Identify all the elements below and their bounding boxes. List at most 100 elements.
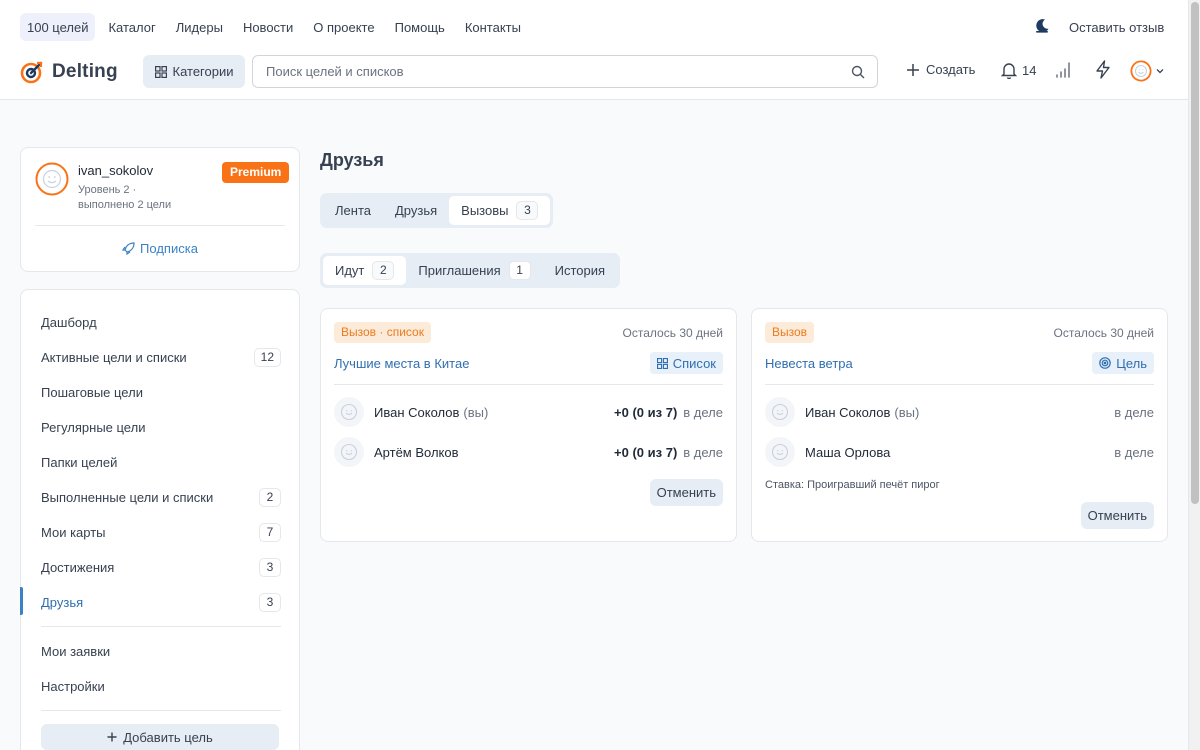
- sidebar-item-label: Регулярные цели: [41, 419, 146, 435]
- target-icon: [1099, 357, 1112, 369]
- sidebar-item-achievements[interactable]: Достижения 3: [41, 556, 281, 578]
- sidebar-item-my-requests[interactable]: Мои заявки: [41, 640, 281, 662]
- subtab-invitations[interactable]: Приглашения 1: [406, 256, 542, 285]
- sidebar-item-label: Мои заявки: [41, 643, 111, 659]
- participant-status-text: в деле: [1114, 404, 1154, 420]
- profile-completed-text: выполнено 2 цели: [78, 199, 172, 211]
- nav-news[interactable]: Новости: [236, 13, 300, 41]
- subtab-history[interactable]: История: [543, 256, 617, 285]
- lightning-icon[interactable]: [1095, 60, 1111, 82]
- profile-level: Уровень 2 · выполнено 2 цели: [78, 183, 198, 213]
- participant-score: +0 (0 из 7): [614, 444, 678, 460]
- participant-name[interactable]: Артём Волков: [374, 445, 459, 460]
- add-goal-button[interactable]: Добавить цель: [41, 724, 279, 750]
- nav-catalog[interactable]: Каталог: [101, 13, 162, 41]
- sidebar-item-label: Пошаговые цели: [41, 384, 143, 400]
- goal-type-tag: Цель: [1092, 352, 1154, 374]
- count-badge: 3: [259, 557, 281, 577]
- search-icon[interactable]: [851, 65, 865, 79]
- avatar-icon: [35, 162, 69, 196]
- sidebar-item-dashboard[interactable]: Дашборд: [41, 311, 281, 333]
- avatar-icon: [771, 403, 789, 421]
- nav-about[interactable]: О проекте: [306, 13, 381, 41]
- sidebar-item-my-maps[interactable]: Мои карты 7: [41, 521, 281, 543]
- categories-button[interactable]: Категории: [143, 55, 245, 88]
- tab-feed[interactable]: Лента: [323, 196, 383, 225]
- time-remaining: Осталось 30 дней: [1053, 326, 1154, 340]
- participant-row: Иван Соколов (вы) +0 (0 из 7) в деле: [334, 397, 723, 427]
- count-badge: 1: [508, 261, 531, 280]
- cancel-challenge-button[interactable]: Отменить: [649, 479, 723, 506]
- you-marker: (вы): [463, 404, 489, 420]
- tab-label: Идут: [335, 263, 365, 278]
- count-badge: 12: [253, 347, 281, 367]
- page-title: Друзья: [320, 150, 384, 170]
- search-input[interactable]: [266, 64, 826, 79]
- participant-status-text: в деле: [683, 404, 723, 420]
- participant-name[interactable]: Иван Соколов: [805, 405, 890, 420]
- categories-label: Категории: [172, 64, 234, 79]
- stats-signal-icon[interactable]: [1055, 61, 1073, 82]
- count-badge: 3: [259, 592, 281, 612]
- nav-100-goals[interactable]: 100 целей: [20, 13, 96, 41]
- count-badge: 7: [259, 522, 281, 542]
- goal-type-label: Список: [672, 355, 716, 371]
- profile-level-text: Уровень 2 ·: [78, 184, 137, 196]
- count-badge: 2: [372, 261, 395, 280]
- sidebar-item-settings[interactable]: Настройки: [41, 675, 281, 697]
- profile-username[interactable]: ivan_sokolov: [78, 163, 153, 178]
- profile-avatar[interactable]: [35, 162, 69, 199]
- sidebar-item-step-goals[interactable]: Пошаговые цели: [41, 381, 281, 403]
- participant-row: Иван Соколов (вы) в деле: [765, 397, 1154, 427]
- challenge-title[interactable]: Невеста ветра: [765, 356, 853, 371]
- grid-icon: [656, 357, 668, 369]
- stake-text: Ставка: Проигравший печёт пирог: [765, 479, 940, 491]
- user-menu[interactable]: [1130, 60, 1164, 82]
- avatar[interactable]: [334, 397, 364, 427]
- participant-name[interactable]: Иван Соколов: [374, 405, 459, 420]
- notifications-count: 14: [1022, 63, 1037, 78]
- sidebar-item-active-goals[interactable]: Активные цели и списки 12: [41, 346, 281, 368]
- avatar[interactable]: [765, 397, 795, 427]
- avatar-icon: [340, 443, 358, 461]
- participant-status-text: в деле: [1114, 444, 1154, 460]
- avatar[interactable]: [334, 437, 364, 467]
- sidebar-item-friends[interactable]: Друзья 3: [41, 591, 281, 613]
- theme-toggle-moon-icon[interactable]: [1034, 18, 1050, 37]
- avatar[interactable]: [765, 437, 795, 467]
- avatar-icon: [771, 443, 789, 461]
- page-scrollbar[interactable]: [1188, 0, 1200, 750]
- sidebar-item-regular-goals[interactable]: Регулярные цели: [41, 416, 281, 438]
- sidebar-item-completed-goals[interactable]: Выполненные цели и списки 2: [41, 486, 281, 508]
- scrollbar-thumb[interactable]: [1191, 2, 1199, 504]
- nav-leaders[interactable]: Лидеры: [169, 13, 230, 41]
- tab-label: История: [554, 263, 606, 278]
- challenge-card: Вызов Осталось 30 дней Невеста ветра Цел…: [751, 308, 1168, 542]
- tab-label: Вызовы: [461, 203, 509, 218]
- participant-status: +0 (0 из 7) в деле: [614, 405, 723, 420]
- cancel-challenge-button[interactable]: Отменить: [1080, 502, 1154, 529]
- subtab-ongoing[interactable]: Идут 2: [323, 256, 407, 285]
- tab-label: Друзья: [394, 203, 438, 218]
- divider: [765, 384, 1154, 385]
- bell-icon: [1001, 63, 1017, 79]
- create-button[interactable]: Создать: [906, 62, 975, 77]
- brand-logo[interactable]: Delting: [20, 60, 118, 84]
- sidebar-item-label: Дашборд: [41, 314, 97, 330]
- participant-score: +0 (0 из 7): [614, 404, 678, 420]
- plus-icon: [907, 63, 919, 76]
- tab-friends[interactable]: Друзья: [383, 196, 449, 225]
- tab-challenges[interactable]: Вызовы 3: [449, 196, 551, 225]
- count-badge: 2: [259, 487, 281, 507]
- sidebar-item-goal-folders[interactable]: Папки целей: [41, 451, 281, 473]
- notifications-button[interactable]: 14: [1001, 62, 1036, 79]
- goal-type-label: Цель: [1116, 355, 1147, 371]
- brand-name: Delting: [52, 61, 118, 82]
- participant-name[interactable]: Маша Орлова: [805, 445, 890, 460]
- nav-contacts[interactable]: Контакты: [458, 13, 528, 41]
- subscription-link[interactable]: Подписка: [21, 241, 299, 256]
- challenge-title[interactable]: Лучшие места в Китае: [334, 356, 469, 371]
- feedback-link[interactable]: Оставить отзыв: [1069, 20, 1164, 35]
- sidebar-item-label: Мои карты: [41, 524, 106, 540]
- nav-help[interactable]: Помощь: [388, 13, 452, 41]
